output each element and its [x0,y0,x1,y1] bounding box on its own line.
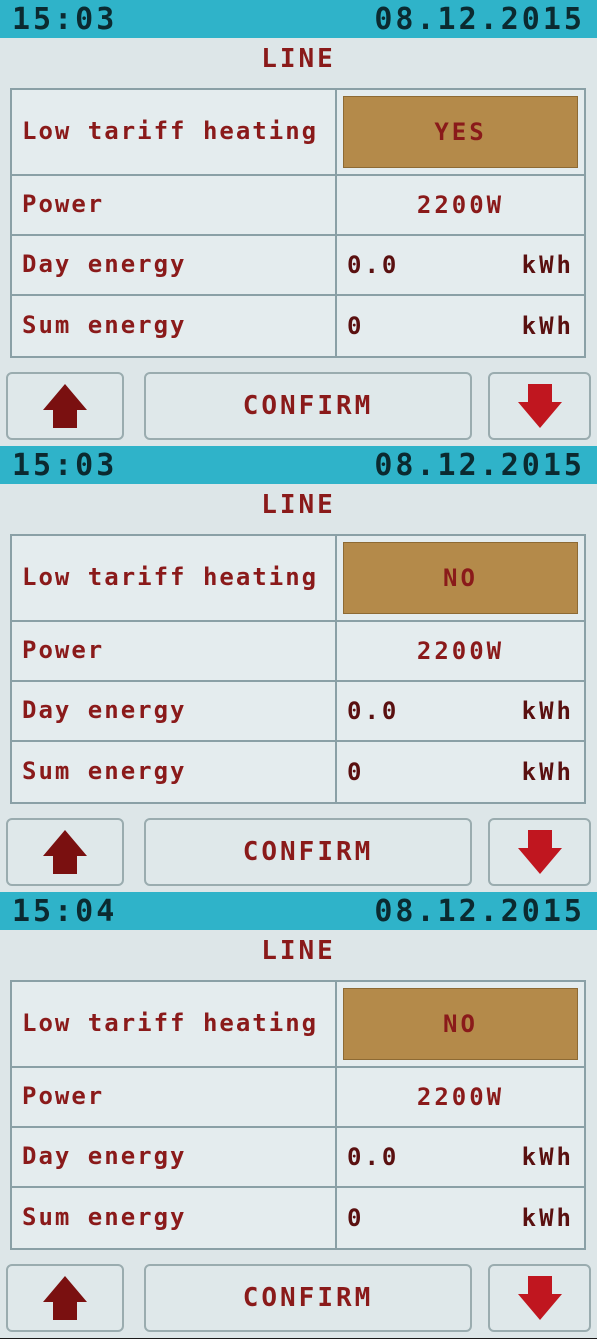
down-button[interactable] [488,818,591,886]
button-bar: CONFIRM [6,1264,591,1334]
down-button[interactable] [488,372,591,440]
sum-energy-number: 0 [347,1204,365,1232]
arrow-down-icon [512,380,568,432]
row-label-low-tariff: Low tariff heating [12,90,337,174]
day-energy-number: 0.0 [347,251,400,279]
arrow-up-icon [37,380,93,432]
table-row: Day energy 0.0 kWh [12,236,584,296]
day-energy-number: 0.0 [347,697,400,725]
up-button[interactable] [6,372,124,440]
day-energy-number: 0.0 [347,1143,400,1171]
row-label-day-energy: Day energy [12,1128,337,1186]
arrow-down-icon [512,826,568,878]
status-bar: 15:04 08.12.2015 [0,892,597,930]
screen-3: 15:04 08.12.2015 LINE Low tariff heating… [0,892,597,1338]
low-tariff-toggle[interactable]: NO [343,988,578,1060]
sum-energy-number: 0 [347,758,365,786]
power-value: 2200W [416,1083,505,1111]
row-label-low-tariff: Low tariff heating [12,536,337,620]
table-row: Day energy 0.0 kWh [12,1128,584,1188]
day-energy-value: 0.0 kWh [337,1128,584,1186]
row-label-low-tariff: Low tariff heating [12,982,337,1066]
row-label-power: Power [12,622,337,680]
sum-energy-unit: kWh [521,758,574,786]
confirm-button[interactable]: CONFIRM [144,818,472,886]
table-row: Day energy 0.0 kWh [12,682,584,742]
status-bar: 15:03 08.12.2015 [0,0,597,38]
settings-table: Low tariff heating NO Power 2200W Day en… [10,534,586,804]
sum-energy-value: 0 kWh [337,296,584,356]
confirm-button[interactable]: CONFIRM [144,1264,472,1332]
row-label-power: Power [12,176,337,234]
settings-table: Low tariff heating NO Power 2200W Day en… [10,980,586,1250]
up-button[interactable] [6,818,124,886]
button-bar: CONFIRM [6,372,591,442]
date-display: 08.12.2015 [374,1,585,37]
arrow-up-icon [37,826,93,878]
table-row: Low tariff heating NO [12,982,584,1068]
arrow-up-icon [37,1272,93,1324]
row-label-sum-energy: Sum energy [12,296,337,356]
low-tariff-toggle[interactable]: YES [343,96,578,168]
row-label-sum-energy: Sum energy [12,1188,337,1248]
day-energy-value: 0.0 kWh [337,682,584,740]
sum-energy-value: 0 kWh [337,742,584,802]
table-row: Sum energy 0 kWh [12,296,584,356]
arrow-down-icon [512,1272,568,1324]
table-row: Sum energy 0 kWh [12,742,584,802]
day-energy-unit: kWh [521,251,574,279]
settings-table: Low tariff heating YES Power 2200W Day e… [10,88,586,358]
power-value: 2200W [416,637,505,665]
time-display: 15:03 [12,1,118,37]
day-energy-unit: kWh [521,697,574,725]
page-title: LINE [261,490,336,520]
page-title: LINE [261,936,336,966]
sum-energy-value: 0 kWh [337,1188,584,1248]
row-label-sum-energy: Sum energy [12,742,337,802]
time-display: 15:04 [12,893,118,929]
table-row: Power 2200W [12,176,584,236]
sum-energy-unit: kWh [521,312,574,340]
confirm-button[interactable]: CONFIRM [144,372,472,440]
row-label-power: Power [12,1068,337,1126]
low-tariff-toggle[interactable]: NO [343,542,578,614]
page-title: LINE [261,44,336,74]
date-display: 08.12.2015 [374,447,585,483]
time-display: 15:03 [12,447,118,483]
table-row: Low tariff heating YES [12,90,584,176]
table-row: Power 2200W [12,622,584,682]
row-label-day-energy: Day energy [12,682,337,740]
date-display: 08.12.2015 [374,893,585,929]
day-energy-unit: kWh [521,1143,574,1171]
table-row: Low tariff heating NO [12,536,584,622]
button-bar: CONFIRM [6,818,591,888]
down-button[interactable] [488,1264,591,1332]
power-value: 2200W [416,191,505,219]
screen-2: 15:03 08.12.2015 LINE Low tariff heating… [0,446,597,892]
row-label-day-energy: Day energy [12,236,337,294]
sum-energy-number: 0 [347,312,365,340]
up-button[interactable] [6,1264,124,1332]
table-row: Power 2200W [12,1068,584,1128]
screen-1: 15:03 08.12.2015 LINE Low tariff heating… [0,0,597,446]
sum-energy-unit: kWh [521,1204,574,1232]
status-bar: 15:03 08.12.2015 [0,446,597,484]
table-row: Sum energy 0 kWh [12,1188,584,1248]
day-energy-value: 0.0 kWh [337,236,584,294]
